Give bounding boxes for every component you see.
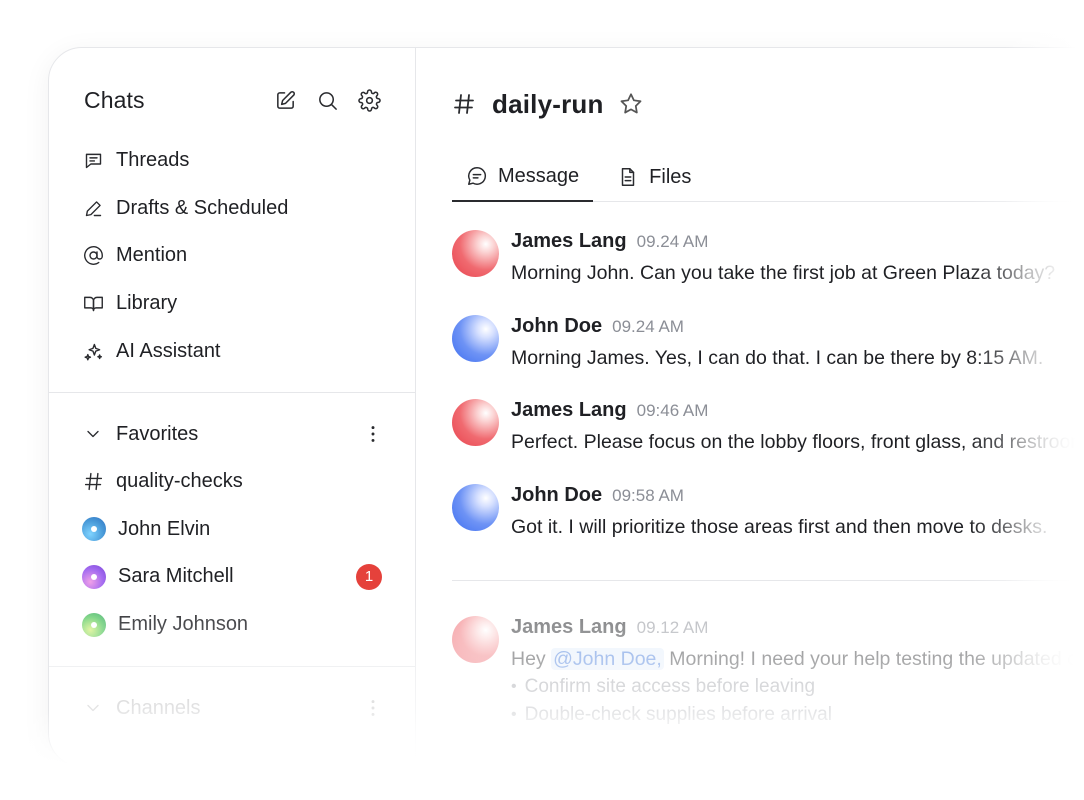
tab-message[interactable]: Message xyxy=(452,152,594,202)
avatar[interactable] xyxy=(452,314,499,362)
message-text: Perfect. Please focus on the lobby floor… xyxy=(511,431,1084,453)
user-mention[interactable]: @John Doe, xyxy=(551,648,664,670)
message-item: John Doe 09.24 AM Morning James. Yes, I … xyxy=(452,314,1084,400)
message-author[interactable]: James Lang xyxy=(511,230,627,253)
avatar[interactable] xyxy=(452,230,499,277)
nav-item-label: Library xyxy=(116,292,178,315)
message-body: Morning! I need your help testing the up… xyxy=(669,648,1084,670)
tab-label: Message xyxy=(498,164,580,187)
message-author[interactable]: John Doe xyxy=(511,315,602,338)
threads-icon xyxy=(82,150,104,172)
favorites-list: quality-checks John Elvin Sara Mitchell … xyxy=(80,458,385,648)
sidebar-nav: Threads Drafts & Scheduled Mention Libra… xyxy=(80,137,385,375)
sidebar-divider xyxy=(49,666,415,667)
message-bullet-list: Confirm site access before leaving Doubl… xyxy=(511,673,1084,729)
favorites-section-header[interactable]: Favorites xyxy=(80,414,385,454)
hash-icon xyxy=(82,471,104,492)
hash-icon xyxy=(452,92,476,116)
message-prefix: Hey xyxy=(511,648,552,670)
favorite-label: John Elvin xyxy=(118,517,211,540)
favorite-dm-emily-johnson[interactable]: Emily Johnson xyxy=(80,601,385,649)
message-list: James Lang 09.24 AM Morning John. Can yo… xyxy=(452,230,1084,568)
message-divider xyxy=(452,580,1084,581)
message-time: 09:58 AM xyxy=(612,485,684,505)
more-vertical-icon[interactable] xyxy=(361,696,385,720)
bullet-item: Double-check supplies before arrival xyxy=(511,701,1084,729)
avatar xyxy=(82,564,106,589)
sidebar-header-actions xyxy=(273,88,381,112)
chat-app-window: Chats Threads Drafts & Scheduled Mention… xyxy=(48,47,1084,767)
message-item: James Lang 09.24 AM Morning John. Can yo… xyxy=(452,230,1084,315)
sidebar-header: Chats xyxy=(84,84,381,116)
nav-item-label: Threads xyxy=(116,149,190,172)
bullet-item: Confirm site access before leaving xyxy=(511,673,1084,701)
star-icon[interactable] xyxy=(618,91,644,117)
favorite-label: quality-checks xyxy=(116,470,243,493)
favorite-label: Emily Johnson xyxy=(118,613,249,636)
nav-item-mention[interactable]: Mention xyxy=(80,232,385,280)
avatar xyxy=(82,612,106,637)
message-text: Got it. I will prioritize those areas fi… xyxy=(511,515,1048,538)
favorites-label: Favorites xyxy=(116,422,199,445)
channels-label: Channels xyxy=(116,696,201,719)
more-vertical-icon[interactable] xyxy=(361,422,385,446)
channel-view: daily-run Message Files James Lang 09.24… xyxy=(416,48,1084,766)
message-text: Hey @John Doe, Morning! I need your help… xyxy=(511,648,1084,671)
nav-item-ai-assistant[interactable]: AI Assistant xyxy=(80,327,385,375)
message-author[interactable]: James Lang xyxy=(511,616,627,639)
message-time: 09.12 AM xyxy=(636,618,709,637)
chevron-down-icon xyxy=(82,424,104,444)
message-icon xyxy=(466,165,488,187)
nav-item-label: Drafts & Scheduled xyxy=(116,196,289,219)
unread-badge: 1 xyxy=(356,563,382,590)
message-author[interactable]: James Lang xyxy=(511,399,627,422)
nav-item-label: Mention xyxy=(116,244,188,267)
tab-label: Files xyxy=(649,165,692,188)
at-sign-icon xyxy=(82,245,104,267)
avatar[interactable] xyxy=(452,616,499,663)
search-icon[interactable] xyxy=(315,88,339,112)
favorite-channel-quality-checks[interactable]: quality-checks xyxy=(80,458,385,506)
chevron-down-icon xyxy=(82,698,104,718)
channels-section-header[interactable]: Channels xyxy=(80,688,385,728)
message-item-latest: James Lang 09.12 AM Hey @John Doe, Morni… xyxy=(452,616,1084,729)
tab-files[interactable]: Files xyxy=(593,152,705,202)
message-text: Morning James. Yes, I can do that. I can… xyxy=(511,346,1044,369)
sidebar: Chats Threads Drafts & Scheduled Mention… xyxy=(49,48,416,766)
message-time: 09.24 AM xyxy=(612,316,684,336)
channel-tabs: Message Files xyxy=(452,152,1084,202)
nav-item-threads[interactable]: Threads xyxy=(80,137,385,185)
nav-item-library[interactable]: Library xyxy=(80,280,385,328)
pen-icon xyxy=(82,197,104,219)
avatar[interactable] xyxy=(452,483,499,531)
favorite-label: Sara Mitchell xyxy=(118,565,234,588)
compose-icon[interactable] xyxy=(273,88,297,112)
message-text: Morning John. Can you take the first job… xyxy=(511,262,1056,284)
file-icon xyxy=(617,166,639,188)
message-item: John Doe 09:58 AM Got it. I will priorit… xyxy=(452,483,1084,569)
favorite-dm-sara-mitchell[interactable]: Sara Mitchell 1 xyxy=(80,553,385,601)
channel-header: daily-run xyxy=(452,86,644,122)
channel-title: daily-run xyxy=(492,88,604,119)
nav-item-label: AI Assistant xyxy=(116,339,221,362)
message-item: James Lang 09:46 AM Perfect. Please focu… xyxy=(452,399,1084,484)
avatar xyxy=(82,517,106,542)
sparkles-icon xyxy=(82,340,104,362)
nav-item-drafts[interactable]: Drafts & Scheduled xyxy=(80,185,385,233)
sidebar-divider xyxy=(49,392,415,393)
favorite-dm-john-elvin[interactable]: John Elvin xyxy=(80,506,385,554)
message-time: 09.24 AM xyxy=(636,232,709,251)
avatar[interactable] xyxy=(452,399,499,446)
message-author[interactable]: John Doe xyxy=(511,484,602,507)
message-time: 09:46 AM xyxy=(636,401,709,420)
book-icon xyxy=(82,293,104,315)
gear-icon[interactable] xyxy=(357,88,381,112)
sidebar-title: Chats xyxy=(84,86,145,113)
